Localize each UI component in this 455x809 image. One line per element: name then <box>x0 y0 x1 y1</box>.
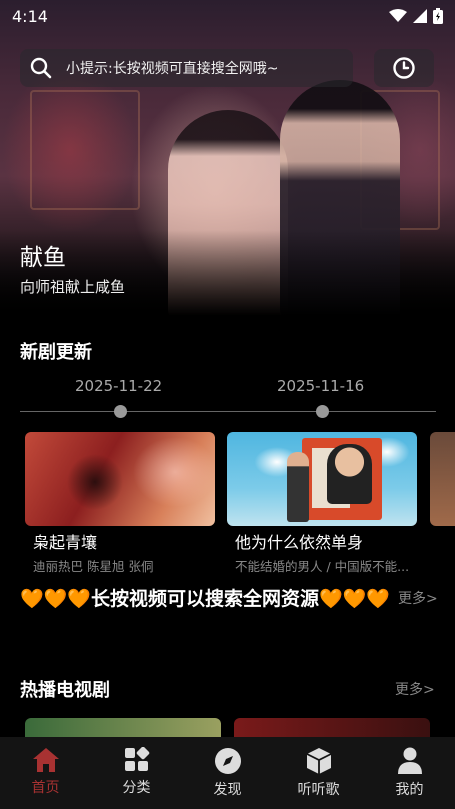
clock-icon <box>393 57 415 79</box>
drama-card[interactable]: 他为什么依然单身 不能结婚的男人 / 中国版不能... <box>227 432 417 575</box>
nav-item-category[interactable]: 分类 <box>91 737 182 809</box>
nav-label: 首页 <box>31 780 60 796</box>
timeline-dot[interactable] <box>114 405 127 418</box>
timeline-date[interactable]: 2025-11-22 <box>75 377 162 395</box>
drama-actors: 不能结婚的男人 / 中国版不能... <box>235 559 410 574</box>
nav-label: 分类 <box>122 780 151 796</box>
nav-item-discover[interactable]: 发现 <box>182 737 273 809</box>
heart-icons: 🧡🧡🧡 <box>319 588 390 610</box>
background-panel <box>30 90 140 210</box>
signal-icon <box>413 9 427 23</box>
more-link[interactable]: 更多> <box>398 588 438 608</box>
drama-actors: 迪丽热巴 陈星旭 张侗 <box>33 559 154 574</box>
status-bar: 4:14 <box>0 0 455 32</box>
hero-title[interactable]: 献鱼 <box>20 238 66 272</box>
tv-poster[interactable] <box>25 718 221 738</box>
bottom-nav: 首页 分类 发现 听听歌 我的 <box>0 737 455 809</box>
drama-card[interactable]: 枭起青壤 迪丽热巴 陈星旭 张侗 <box>25 432 215 575</box>
more-link[interactable]: 更多> <box>395 679 435 699</box>
history-button[interactable] <box>374 49 434 87</box>
drama-title: 枭起青壤 <box>33 533 98 552</box>
wifi-icon <box>389 9 407 22</box>
heart-icons: 🧡🧡🧡 <box>20 588 91 610</box>
nav-item-home[interactable]: 首页 <box>0 737 91 809</box>
nav-item-music[interactable]: 听听歌 <box>273 737 364 809</box>
search-icon <box>30 57 52 79</box>
nav-label: 发现 <box>213 782 242 798</box>
timeline-dot[interactable] <box>316 405 329 418</box>
hero-banner[interactable] <box>0 0 455 320</box>
section-title-hot-tv: 热播电视剧 <box>20 680 110 701</box>
compass-icon <box>214 748 241 774</box>
drama-poster <box>227 432 417 526</box>
tv-poster[interactable] <box>234 718 430 738</box>
box-icon <box>306 748 331 774</box>
hero-subtitle: 向师祖献上咸鱼 <box>20 278 126 296</box>
nav-item-profile[interactable]: 我的 <box>364 737 455 809</box>
status-icons <box>389 8 443 24</box>
person-icon <box>397 747 422 774</box>
battery-icon <box>433 8 443 24</box>
hero-fade <box>0 230 455 320</box>
drama-card-peek[interactable] <box>430 432 455 526</box>
promo-banner: 🧡🧡🧡长按视频可以搜索全网资源🧡🧡🧡 <box>20 584 390 611</box>
timeline-line <box>20 411 436 412</box>
drama-title: 他为什么依然单身 <box>235 533 364 552</box>
home-icon <box>32 748 59 772</box>
search-placeholder: 小提示:长按视频可直接搜全网哦~ <box>66 61 279 77</box>
nav-label: 听听歌 <box>297 782 340 798</box>
status-time: 4:14 <box>12 6 48 26</box>
timeline-date[interactable]: 2025-11-16 <box>277 377 364 395</box>
promo-text: 长按视频可以搜索全网资源 <box>90 588 319 610</box>
section-title-new-dramas: 新剧更新 <box>20 342 92 363</box>
nav-label: 我的 <box>395 782 424 798</box>
drama-poster <box>25 432 215 526</box>
category-grid-icon <box>124 747 149 771</box>
search-bar[interactable]: 小提示:长按视频可直接搜全网哦~ <box>20 49 353 87</box>
